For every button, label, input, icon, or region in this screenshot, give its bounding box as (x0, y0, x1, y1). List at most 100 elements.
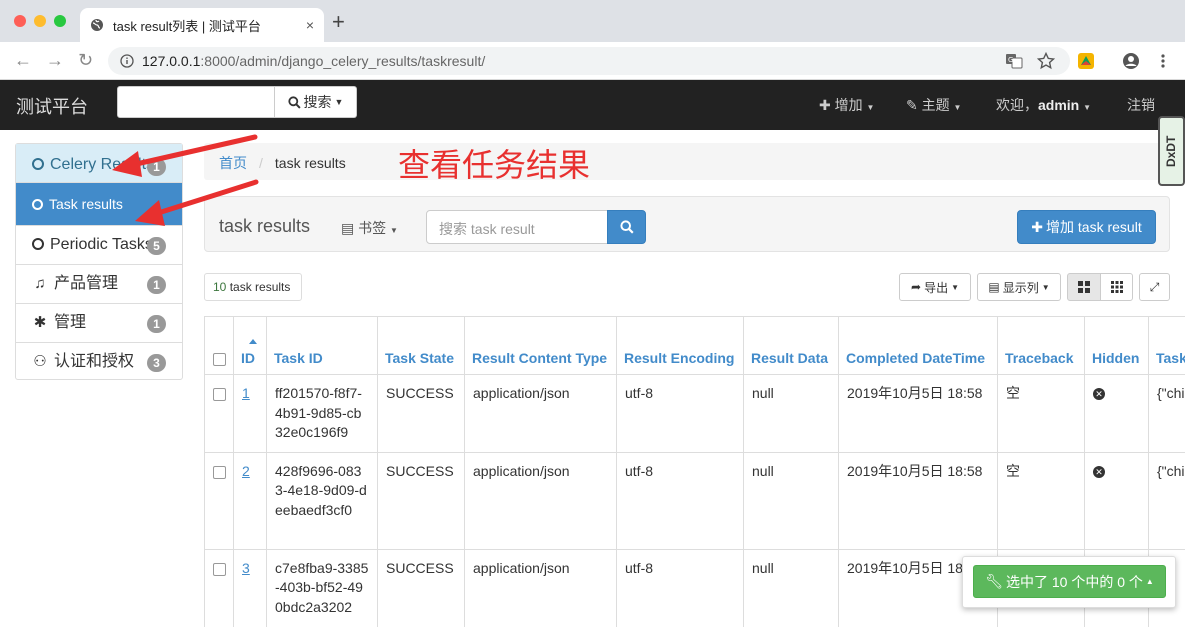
sort-asc-icon (249, 339, 257, 344)
row-id-link[interactable]: 3 (242, 560, 250, 576)
add-task-result-button[interactable]: ✚ 增加 task result (1017, 210, 1156, 244)
column-header-task[interactable]: Task (1148, 316, 1185, 375)
global-search-button[interactable]: 搜索 ▼ (275, 86, 357, 118)
task-id-cell: ff201570-f8f7-4b91-9d85-cb32e0c196f9 (266, 374, 378, 453)
row-checkbox[interactable] (213, 562, 226, 576)
plus-icon: ✚ (819, 97, 831, 113)
sidebar-item-celery-results[interactable]: Celery Results 1 (16, 144, 182, 183)
hidden-cell: ✕ (1084, 451, 1149, 550)
traceback-cell: 空 (997, 451, 1085, 550)
task-cell: {"chi (1148, 374, 1185, 453)
sidebar-item-admin[interactable]: ✱ 管理 1 (16, 304, 182, 343)
sidebar-item-periodic-tasks[interactable]: Periodic Tasks 5 (16, 226, 182, 265)
fullscreen-button[interactable]: ⤢ (1139, 273, 1170, 301)
minimize-window-button[interactable] (34, 15, 46, 27)
tab-close-icon[interactable]: × (306, 17, 314, 33)
select-all-checkbox[interactable] (212, 352, 226, 366)
export-button[interactable]: ➦ 导出 ▼ (899, 273, 971, 301)
extension-icon[interactable] (1077, 52, 1095, 70)
bookmark-menu[interactable]: ▤ 书签 ▼ (341, 218, 398, 238)
search-icon (620, 220, 634, 234)
caret-down-icon: ▼ (953, 103, 962, 112)
column-header-hidden[interactable]: Hidden (1084, 316, 1149, 375)
forward-icon[interactable]: → (46, 50, 64, 70)
info-icon[interactable] (120, 54, 134, 68)
count-badge: 5 (147, 237, 166, 255)
task-state-cell: SUCCESS (377, 374, 465, 453)
row-id-link[interactable]: 1 (242, 385, 250, 401)
column-header-id[interactable]: ID (233, 316, 267, 375)
row-checkbox[interactable] (213, 465, 226, 479)
user-menu[interactable]: 欢迎，admin ▼ (996, 95, 1091, 115)
star-icon[interactable] (1037, 52, 1055, 70)
profile-icon[interactable] (1122, 52, 1140, 70)
table-row[interactable]: 1 ff201570-f8f7-4b91-9d85-cb32e0c196f9 S… (204, 374, 1185, 453)
selection-label: 选中了 10 个中的 0 个 (1005, 573, 1143, 590)
content-type-cell: application/json (464, 548, 617, 627)
add-menu[interactable]: ✚ 增加 ▼ (819, 95, 874, 115)
back-icon[interactable]: ← (14, 50, 32, 70)
column-header-traceback[interactable]: Traceback (997, 316, 1085, 375)
plus-icon: ✚ (1031, 218, 1044, 235)
task-state-cell: SUCCESS (377, 548, 465, 627)
row-checkbox[interactable] (213, 388, 226, 401)
sidebar-item-label: Periodic Tasks (50, 236, 153, 253)
maximize-window-button[interactable] (54, 15, 66, 27)
selection-actions-button[interactable]: 🔧︎ 选中了 10 个中的 0 个 ▲ (973, 565, 1166, 598)
count-badge: 1 (147, 158, 166, 176)
new-tab-button[interactable]: + (332, 11, 345, 33)
column-header-task-state[interactable]: Task State (377, 316, 465, 375)
breadcrumb-home-link[interactable]: 首页 (219, 155, 247, 171)
breadcrumb: 首页 / task results (204, 143, 1185, 180)
browser-tab[interactable]: task result列表 | 测试平台 × (80, 8, 324, 42)
globe-icon (91, 19, 103, 31)
column-header-completed[interactable]: Completed DateTime (838, 316, 998, 375)
column-header-task-id[interactable]: Task ID (266, 316, 378, 375)
theme-menu[interactable]: ✎ 主题 ▼ (906, 95, 961, 115)
selection-panel: 🔧︎ 选中了 10 个中的 0 个 ▲ (962, 556, 1176, 608)
result-count-number: 10 (213, 280, 227, 294)
table-header-row: ID Task ID Task State Result Content Typ… (204, 316, 1185, 375)
theme-menu-label: 主题 (921, 97, 950, 113)
task-id-cell: c7e8fba9-3385-403b-bf52-490bdc2a3202 (266, 548, 378, 627)
grid-small-view-button[interactable] (1100, 273, 1133, 301)
brand-title[interactable]: 测试平台 (16, 93, 88, 119)
list-toolbar: task results ▤ 书签 ▼ 搜索 task result ✚ 增加 t… (204, 196, 1170, 252)
id-cell: 2 (233, 451, 267, 550)
sidebar-item-task-results[interactable]: Task results (16, 183, 182, 226)
welcome-text: 欢迎， (996, 97, 1038, 113)
logout-link[interactable]: 注销 (1127, 95, 1155, 115)
sidebar-item-label: 产品管理 (54, 275, 119, 292)
columns-button[interactable]: ▤ 显示列 ▼ (977, 273, 1061, 301)
row-id-link[interactable]: 2 (242, 463, 250, 479)
caret-down-icon: ▼ (951, 282, 959, 292)
sidebar-item-label: Task results (49, 196, 123, 212)
reload-icon[interactable]: ↻ (78, 50, 93, 70)
column-header-result-data[interactable]: Result Data (743, 316, 839, 375)
menu-dots-icon[interactable] (1154, 52, 1172, 70)
search-icon (287, 95, 301, 109)
list-search-button[interactable] (607, 210, 646, 244)
global-search-input[interactable] (117, 86, 275, 118)
id-cell: 3 (233, 548, 267, 627)
list-search-input[interactable]: 搜索 task result (426, 210, 608, 244)
result-count-suffix: task results (226, 280, 291, 294)
sidebar-item-product-management[interactable]: ♫ 产品管理 1 (16, 265, 182, 304)
caret-down-icon: ▼ (1083, 103, 1092, 112)
task-cell: {"chi (1148, 451, 1185, 550)
sidebar-item-label: 认证和授权 (54, 353, 135, 370)
sidebar-item-auth[interactable]: ⚇ 认证和授权 3 (16, 343, 182, 379)
column-header-encoding[interactable]: Result Encoding (616, 316, 744, 375)
breadcrumb-current: task results (274, 155, 346, 171)
caret-down-icon: ▼ (390, 226, 398, 235)
column-header-content-type[interactable]: Result Content Type (464, 316, 617, 375)
url-input[interactable]: 127.0.0.1:8000/admin/django_celery_resul… (108, 47, 1070, 75)
translate-icon[interactable]: G (1005, 52, 1023, 70)
url-host: 127.0.0.1 (142, 53, 201, 69)
gear-icon: ✱ (33, 314, 47, 331)
close-window-button[interactable] (14, 15, 26, 27)
result-count: 10 task results (204, 273, 302, 301)
table-row[interactable]: 2 428f9696-0833-4e18-9d09-deebaedf3cf0 S… (204, 451, 1185, 550)
grid-large-view-button[interactable] (1067, 273, 1101, 301)
caret-down-icon: ▼ (866, 103, 875, 112)
